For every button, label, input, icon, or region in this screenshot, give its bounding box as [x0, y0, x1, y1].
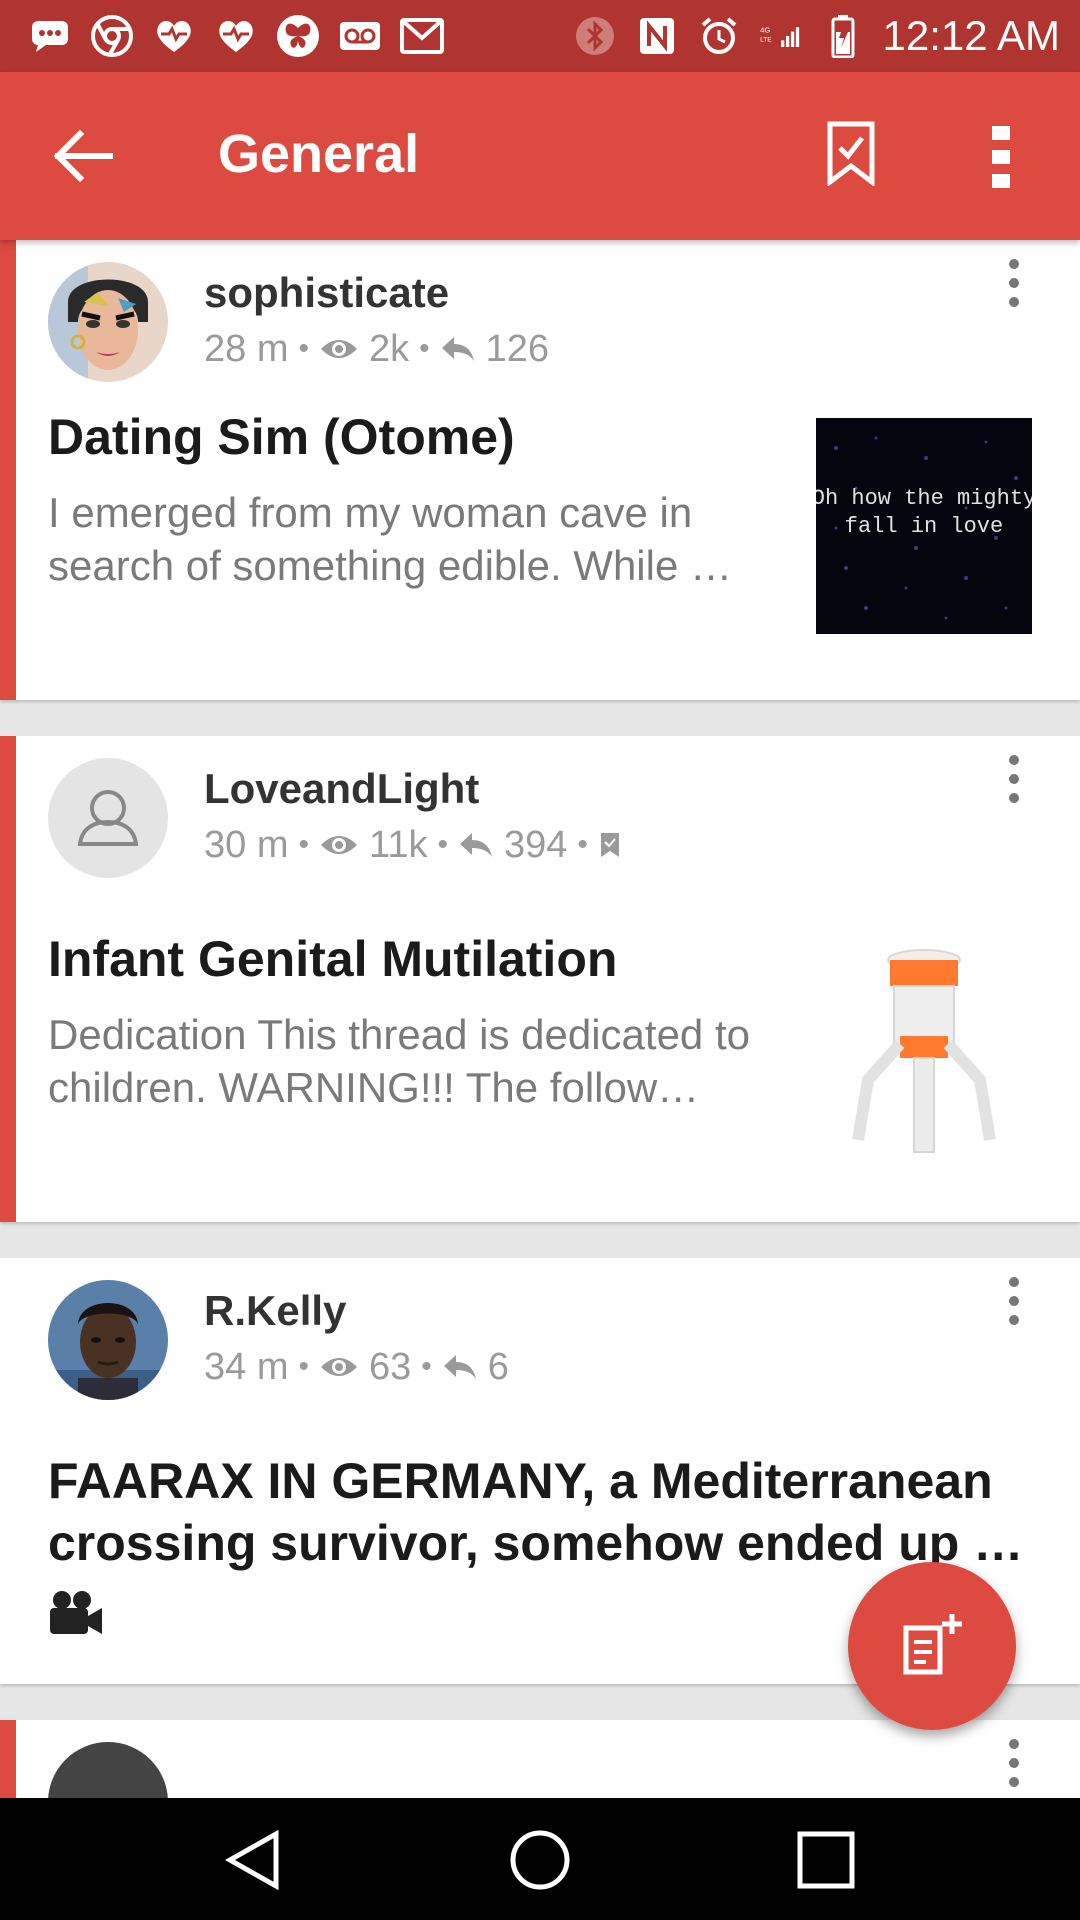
clock-time: 12:12 AM	[882, 12, 1060, 59]
bluetooth-icon	[573, 14, 617, 58]
note-add-icon	[903, 1614, 962, 1675]
post-menu-icon[interactable]	[1004, 258, 1024, 308]
lte-signal-icon: 4G LTE	[759, 14, 803, 58]
heart-icon	[152, 14, 196, 58]
app-bar: General	[0, 72, 1080, 240]
recents-square-icon[interactable]	[794, 1828, 858, 1892]
bookmark-icon	[600, 833, 619, 857]
separator-dot: •	[577, 828, 588, 861]
chat-bubble-icon	[28, 14, 72, 58]
thumbnail-caption-line-1: Oh how the mighty	[816, 486, 1032, 511]
unread-indicator	[0, 240, 16, 700]
reply-count: 126	[485, 328, 550, 370]
home-circle-icon[interactable]	[508, 1828, 572, 1892]
reply-icon	[459, 833, 492, 857]
chrome-icon	[90, 14, 134, 58]
separator-dot: •	[437, 828, 448, 861]
back-arrow-icon[interactable]	[50, 126, 116, 186]
eye-icon	[321, 836, 357, 854]
view-count: 11k	[369, 824, 428, 866]
post-time: 28 m	[204, 328, 289, 370]
post-title[interactable]: Dating Sim (Otome)	[48, 406, 515, 468]
reply-count: 394	[503, 824, 568, 866]
page-title: General	[218, 124, 420, 184]
gmail-icon	[400, 14, 444, 58]
post-excerpt: I emerged from my woman cave in search o…	[48, 489, 732, 589]
eye-icon	[321, 340, 357, 358]
video-camera-icon	[48, 1588, 104, 1643]
post-card[interactable]	[0, 1720, 1080, 1798]
post-excerpt: Dedication This thread is dedicated to c…	[48, 1011, 750, 1111]
post-menu-icon[interactable]	[1004, 1276, 1024, 1326]
svg-text:LTE: LTE	[760, 37, 772, 44]
system-navigation-bar	[0, 1798, 1080, 1920]
post-menu-icon[interactable]	[1004, 1738, 1024, 1788]
post-time: 34 m	[204, 1346, 289, 1388]
reply-icon	[443, 1355, 476, 1379]
voicemail-icon	[338, 14, 382, 58]
notification-icons	[28, 14, 444, 58]
post-time: 30 m	[204, 824, 289, 866]
battery-icon	[821, 14, 865, 58]
svg-text:4G: 4G	[760, 26, 770, 35]
unread-indicator	[0, 736, 16, 1222]
back-triangle-icon[interactable]	[222, 1828, 286, 1892]
view-count: 2k	[369, 328, 410, 370]
post-meta: 30 m • 11k • 394 •	[204, 822, 622, 868]
unread-indicator	[0, 1720, 16, 1798]
separator-dot: •	[298, 332, 309, 365]
eye-icon	[321, 1358, 357, 1376]
butterfly-icon	[276, 14, 320, 58]
avatar[interactable]	[48, 262, 168, 382]
author-name[interactable]: R.Kelly	[204, 1286, 346, 1336]
bookmark-check-icon[interactable]	[826, 120, 876, 188]
avatar[interactable]	[48, 1280, 168, 1400]
system-icons: 4G LTE 12:12 AM	[573, 10, 1060, 62]
separator-dot: •	[298, 1350, 309, 1383]
heart-icon	[214, 14, 258, 58]
post-menu-icon[interactable]	[1004, 754, 1024, 804]
post-title[interactable]: Infant Genital Mutilation	[48, 928, 617, 990]
thumbnail-caption-line-2: fall in love	[845, 514, 1003, 539]
reply-icon	[441, 337, 474, 361]
post-thumbnail[interactable]: Oh how the mighty fall in love	[812, 418, 1036, 634]
separator-dot: •	[298, 828, 309, 861]
separator-dot: •	[419, 332, 430, 365]
reply-count: 6	[487, 1346, 509, 1388]
author-name[interactable]: LoveandLight	[204, 764, 479, 814]
status-bar: 4G LTE 12:12 AM	[0, 0, 1080, 72]
avatar-placeholder[interactable]	[48, 758, 168, 878]
post-card[interactable]: LoveandLight 30 m • 11k • 394 • Infant G…	[0, 736, 1080, 1222]
person-icon	[77, 790, 139, 846]
overflow-menu-icon[interactable]	[988, 124, 1014, 190]
alarm-icon	[697, 14, 741, 58]
post-meta: 34 m • 63 • 6	[204, 1344, 509, 1390]
post-title[interactable]: FAARAX IN GERMANY, a Mediterranean cross…	[48, 1450, 1038, 1574]
avatar[interactable]	[48, 1742, 168, 1798]
post-card[interactable]: sophisticate 28 m • 2k • 126 Dating Sim …	[0, 240, 1080, 700]
new-post-button[interactable]	[848, 1562, 1016, 1730]
view-count: 63	[369, 1346, 412, 1388]
post-thumbnail[interactable]	[816, 940, 1032, 1156]
separator-dot: •	[421, 1350, 432, 1383]
post-meta: 28 m • 2k • 126	[204, 326, 549, 372]
nfc-icon	[635, 14, 679, 58]
author-name[interactable]: sophisticate	[204, 268, 449, 318]
